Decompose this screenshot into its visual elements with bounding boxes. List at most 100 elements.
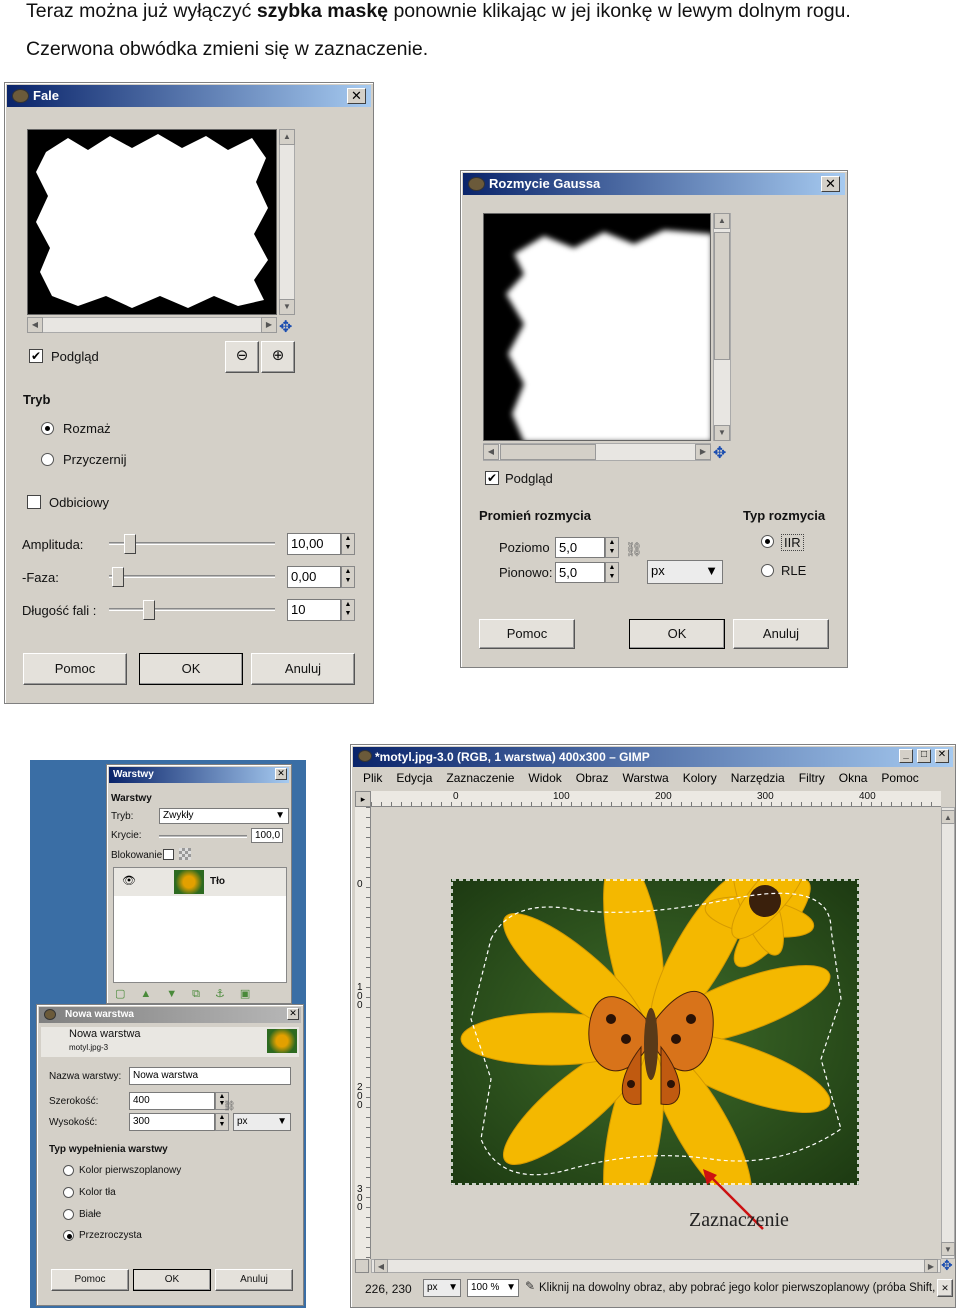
layer-row[interactable]: 👁 Tło bbox=[114, 868, 286, 896]
vertical-spinner[interactable]: ▲ ▼ bbox=[605, 562, 619, 583]
maximize-icon[interactable]: □ bbox=[917, 749, 931, 763]
menu-item[interactable]: Kolory bbox=[683, 771, 717, 785]
opacity-input[interactable]: 100,0 bbox=[251, 828, 283, 843]
preview-checkbox[interactable]: ✔ bbox=[29, 349, 43, 363]
scroll-right-icon[interactable]: ▶ bbox=[695, 444, 711, 460]
scroll-down-icon[interactable]: ▼ bbox=[279, 299, 295, 315]
navigate-icon[interactable]: ✥ bbox=[941, 1257, 953, 1274]
ok-button[interactable]: OK bbox=[133, 1269, 211, 1291]
phase-slider-thumb[interactable] bbox=[112, 567, 125, 587]
close-icon[interactable]: ✕ bbox=[821, 176, 840, 192]
scroll-left-icon[interactable]: ◀ bbox=[483, 444, 499, 460]
unit-select[interactable]: px ▼ bbox=[233, 1113, 291, 1131]
canvas-hscroll[interactable]: ◀ ▶ bbox=[371, 1259, 941, 1273]
opacity-slider[interactable] bbox=[159, 835, 247, 838]
close-icon[interactable]: ✕ bbox=[347, 88, 366, 104]
zoom-out-icon[interactable]: ⊖ bbox=[225, 341, 259, 373]
menu-item[interactable]: Plik bbox=[363, 771, 382, 785]
horizontal-input[interactable]: 5,0 bbox=[555, 537, 605, 558]
eye-icon[interactable]: 👁 bbox=[122, 874, 136, 887]
layer-action-icons[interactable]: ▢▲▼⧉⚓▣ bbox=[115, 987, 265, 1001]
wavelength-input[interactable]: 10 bbox=[287, 599, 341, 621]
mode-radio-blacken[interactable] bbox=[41, 453, 54, 466]
amplitude-spinner[interactable]: ▲ ▼ bbox=[341, 533, 355, 555]
layer-name-input[interactable]: Nowa warstwa bbox=[129, 1067, 291, 1085]
scroll-right-icon[interactable]: ▶ bbox=[261, 317, 277, 333]
help-button[interactable]: Pomoc bbox=[51, 1269, 129, 1291]
preview-hscroll[interactable]: ◀ ▶ bbox=[27, 317, 277, 333]
zoom-in-icon[interactable]: ⊕ bbox=[261, 341, 295, 373]
menu-item[interactable]: Zaznaczenie bbox=[446, 771, 514, 785]
menu-item[interactable]: Widok bbox=[528, 771, 561, 785]
cancel-icon[interactable]: ✕ bbox=[937, 1279, 953, 1297]
fill-radio-foreground[interactable] bbox=[63, 1165, 74, 1176]
wavelength-spinner[interactable]: ▲ ▼ bbox=[341, 599, 355, 621]
cancel-button[interactable]: Anuluj bbox=[733, 619, 829, 649]
wavelength-slider-thumb[interactable] bbox=[142, 600, 155, 620]
quick-mask-toggle[interactable] bbox=[355, 1259, 369, 1273]
amplitude-slider-thumb[interactable] bbox=[124, 534, 137, 554]
phase-input[interactable]: 0,00 bbox=[287, 566, 341, 588]
navigate-icon[interactable]: ✥ bbox=[279, 317, 292, 337]
menu-item[interactable]: Obraz bbox=[576, 771, 609, 785]
menu-item[interactable]: Filtry bbox=[799, 771, 825, 785]
butterfly-image[interactable] bbox=[451, 879, 859, 1185]
canvas-area[interactable]: Zaznaczenie bbox=[371, 807, 941, 1259]
scroll-left-icon[interactable]: ◀ bbox=[27, 317, 43, 333]
scroll-thumb[interactable] bbox=[714, 232, 730, 360]
mode-select[interactable]: Zwykły ▼ bbox=[159, 808, 289, 824]
quick-menu-icon[interactable]: ▸ bbox=[355, 791, 371, 807]
menu-item[interactable]: Warstwa bbox=[622, 771, 668, 785]
fill-radio-white[interactable] bbox=[63, 1209, 74, 1220]
scroll-thumb[interactable] bbox=[500, 444, 596, 460]
scroll-up-icon[interactable]: ▲ bbox=[941, 810, 955, 824]
lock-checkbox[interactable] bbox=[163, 849, 174, 860]
fill-radio-background[interactable] bbox=[63, 1187, 74, 1198]
chain-link-icon[interactable]: ⛓ bbox=[625, 541, 643, 558]
preview-vscroll[interactable]: ▲ ▼ bbox=[713, 213, 731, 441]
ok-button[interactable]: OK bbox=[139, 653, 243, 685]
minimize-icon[interactable]: _ bbox=[899, 749, 913, 763]
height-input[interactable]: 300 bbox=[129, 1113, 215, 1131]
lock-alpha-icon[interactable] bbox=[179, 848, 191, 860]
ok-button[interactable]: OK bbox=[629, 619, 725, 649]
wavelength-slider[interactable] bbox=[109, 608, 275, 611]
height-spinner[interactable]: ▲ ▼ bbox=[215, 1113, 229, 1131]
preview-checkbox[interactable]: ✔ bbox=[485, 471, 499, 485]
phase-spinner[interactable]: ▲ ▼ bbox=[341, 566, 355, 588]
help-button[interactable]: Pomoc bbox=[23, 653, 127, 685]
mode-radio-smear[interactable] bbox=[41, 422, 54, 435]
menu-item[interactable]: Pomoc bbox=[881, 771, 918, 785]
cancel-button[interactable]: Anuluj bbox=[251, 653, 355, 685]
close-icon[interactable]: ✕ bbox=[275, 768, 287, 780]
menu-item[interactable]: Edycja bbox=[396, 771, 432, 785]
menu-item[interactable]: Narzędzia bbox=[731, 771, 785, 785]
reflective-checkbox[interactable] bbox=[27, 495, 41, 509]
phase-slider[interactable] bbox=[109, 575, 275, 578]
type-radio-iir[interactable] bbox=[761, 535, 774, 548]
width-input[interactable]: 400 bbox=[129, 1092, 215, 1110]
menu-item[interactable]: Okna bbox=[839, 771, 868, 785]
preview-vscroll[interactable]: ▲ ▼ bbox=[279, 129, 295, 315]
close-icon[interactable]: ✕ bbox=[935, 749, 949, 763]
type-radio-rle[interactable] bbox=[761, 564, 774, 577]
amplitude-input[interactable]: 10,00 bbox=[287, 533, 341, 555]
scroll-up-icon[interactable]: ▲ bbox=[714, 213, 730, 229]
navigate-icon[interactable]: ✥ bbox=[713, 443, 726, 463]
close-icon[interactable]: ✕ bbox=[287, 1008, 299, 1020]
unit-select[interactable]: px ▼ bbox=[423, 1279, 461, 1297]
chain-link-icon[interactable]: ⛓ bbox=[223, 1101, 236, 1112]
scroll-down-icon[interactable]: ▼ bbox=[714, 425, 730, 441]
unit-select[interactable]: px ▼ bbox=[647, 560, 723, 584]
scroll-down-icon[interactable]: ▼ bbox=[941, 1242, 955, 1256]
fill-radio-transparent[interactable] bbox=[63, 1230, 74, 1241]
cancel-button[interactable]: Anuluj bbox=[215, 1269, 293, 1291]
canvas-vscroll[interactable]: ▲ ▼ bbox=[941, 807, 955, 1259]
scroll-up-icon[interactable]: ▲ bbox=[279, 129, 295, 145]
zoom-select[interactable]: 100 % ▼ bbox=[467, 1279, 519, 1297]
preview-hscroll[interactable]: ◀ ▶ bbox=[483, 443, 711, 461]
help-button[interactable]: Pomoc bbox=[479, 619, 575, 649]
horizontal-spinner[interactable]: ▲ ▼ bbox=[605, 537, 619, 558]
scroll-right-icon[interactable]: ▶ bbox=[924, 1259, 938, 1273]
vertical-input[interactable]: 5,0 bbox=[555, 562, 605, 583]
